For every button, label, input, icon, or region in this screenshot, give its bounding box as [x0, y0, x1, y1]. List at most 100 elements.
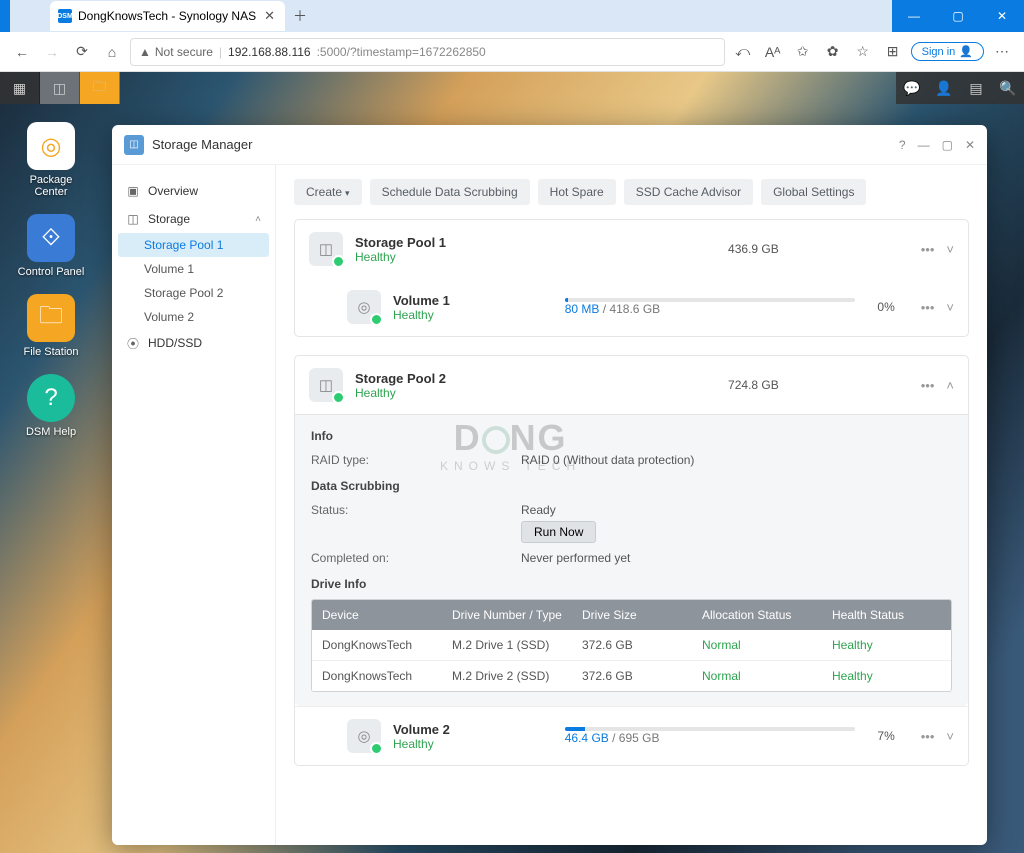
- completed-value: Never performed yet: [521, 551, 630, 565]
- menu-icon[interactable]: ⋯: [990, 40, 1014, 64]
- cell-health: Healthy: [822, 630, 932, 660]
- chevron-down-icon[interactable]: ˅: [946, 300, 954, 315]
- scrub-status-label: Status:: [311, 503, 521, 543]
- taskbar-widgets-icon[interactable]: ▤: [960, 72, 992, 104]
- sidebar: ▣ Overview ◫ Storage ˄ Storage Pool 1Vol…: [112, 165, 276, 845]
- taskbar-search-icon[interactable]: 🔍: [992, 72, 1024, 104]
- window-title: Storage Manager: [152, 137, 252, 152]
- tab-title: DongKnowsTech - Synology NAS: [78, 9, 256, 23]
- vol1-usage-bar: [565, 298, 855, 302]
- volume-2-row[interactable]: ◎ Volume 2 Healthy 46.4 GB / 695 GB 7%: [295, 706, 968, 765]
- taskbar-file-station-icon[interactable]: 🗀: [80, 72, 120, 104]
- hdd-icon: ⦿: [126, 336, 140, 350]
- pool1-title: Storage Pool 1: [355, 235, 446, 250]
- healthy-badge-icon: [370, 742, 383, 755]
- window-titlebar[interactable]: ◫ Storage Manager ? — ▢ ✕: [112, 125, 987, 165]
- sidebar-item-volume-1[interactable]: Volume 1: [118, 257, 269, 281]
- tab-global-settings[interactable]: Global Settings: [761, 179, 866, 205]
- maximize-window-button[interactable]: ▢: [942, 138, 953, 152]
- tab-hot-spare[interactable]: Hot Spare: [538, 179, 616, 205]
- cell-slot: M.2 Drive 1 (SSD): [442, 630, 572, 660]
- desktop-icon-label: File Station: [23, 346, 78, 358]
- read-aloud-icon[interactable]: ⤺: [731, 40, 755, 64]
- volume-1-row[interactable]: ◎ Volume 1 Healthy 80 MB / 418.6 GB 0%: [295, 278, 968, 336]
- healthy-badge-icon: [332, 255, 345, 268]
- tab-schedule-data-scrubbing[interactable]: Schedule Data Scrubbing: [370, 179, 530, 205]
- storage-manager-window: ◫ Storage Manager ? — ▢ ✕ ▣ Overview ◫ S…: [112, 125, 987, 845]
- sidebar-item-volume-2[interactable]: Volume 2: [118, 305, 269, 329]
- storage-pool-1-header[interactable]: ◫ Storage Pool 1 Healthy 436.9 GB ••• ˅: [295, 220, 968, 278]
- sidebar-item-hddssd[interactable]: ⦿ HDD/SSD: [118, 329, 269, 357]
- sidebar-item-overview[interactable]: ▣ Overview: [118, 177, 269, 205]
- minimize-button[interactable]: —: [892, 0, 936, 32]
- column-header[interactable]: Allocation Status: [692, 600, 822, 630]
- extensions-icon[interactable]: ✿: [821, 40, 845, 64]
- storage-icon: ◫: [126, 212, 140, 226]
- storage-pool-2-header[interactable]: ◫ Storage Pool 2 Healthy 724.8 GB ••• ˄: [295, 356, 968, 414]
- url-host: 192.168.88.116: [228, 45, 311, 59]
- data-scrubbing-heading: Data Scrubbing: [311, 479, 952, 493]
- maximize-button[interactable]: ▢: [936, 0, 980, 32]
- minimize-window-button[interactable]: —: [918, 138, 930, 152]
- table-row[interactable]: DongKnowsTech M.2 Drive 1 (SSD) 372.6 GB…: [312, 630, 951, 660]
- tab-create[interactable]: Create▾: [294, 179, 362, 205]
- home-button[interactable]: ⌂: [100, 40, 124, 64]
- volume-icon: ◎: [347, 290, 381, 324]
- healthy-badge-icon: [332, 391, 345, 404]
- cell-device: DongKnowsTech: [312, 630, 442, 660]
- address-input[interactable]: ▲ Not secure | 192.168.88.116:5000/?time…: [130, 38, 725, 66]
- column-header[interactable]: Device: [312, 600, 442, 630]
- favorites-icon[interactable]: ☆: [851, 40, 875, 64]
- sidebar-item-storage[interactable]: ◫ Storage ˄: [118, 205, 269, 233]
- desktop-icon-file-station[interactable]: 🗀 File Station: [12, 294, 90, 358]
- volume-icon: ◎: [347, 719, 381, 753]
- desktop-icon-control-panel[interactable]: ⟐ Control Panel: [12, 214, 90, 278]
- desktop-icon-dsm-help[interactable]: ? DSM Help: [12, 374, 90, 438]
- new-tab-button[interactable]: ＋: [293, 6, 307, 26]
- chevron-down-icon[interactable]: ˅: [946, 729, 954, 744]
- taskbar-dashboard-icon[interactable]: ▦: [0, 72, 40, 104]
- not-secure-indicator[interactable]: ▲ Not secure: [139, 45, 213, 59]
- taskbar-user-icon[interactable]: 👤: [928, 72, 960, 104]
- run-now-button[interactable]: Run Now: [521, 521, 596, 543]
- column-header[interactable]: Drive Number / Type: [442, 600, 572, 630]
- vol1-title: Volume 1: [393, 293, 450, 308]
- column-header[interactable]: Health Status: [822, 600, 932, 630]
- desktop-icons: ◎ PackageCenter ⟐ Control Panel 🗀 File Sta…: [12, 122, 90, 438]
- refresh-button[interactable]: ⟳: [70, 40, 94, 64]
- sidebar-item-storage-pool-2[interactable]: Storage Pool 2: [118, 281, 269, 305]
- browser-tab[interactable]: DSM DongKnowsTech - Synology NAS ✕: [50, 1, 285, 31]
- pool2-info-panel: Info RAID type: RAID 0 (Without data pro…: [295, 414, 968, 706]
- browser-chrome: DSM DongKnowsTech - Synology NAS ✕ ＋ — ▢…: [0, 0, 1024, 72]
- sidebar-item-storage-pool-1[interactable]: Storage Pool 1: [118, 233, 269, 257]
- taskbar-chat-icon[interactable]: 💬: [896, 72, 928, 104]
- favorite-star-icon[interactable]: ✩: [791, 40, 815, 64]
- more-options-icon[interactable]: •••: [921, 378, 935, 393]
- vol2-used: 46.4 GB: [565, 731, 609, 745]
- dsm-help-icon: ?: [27, 374, 75, 422]
- table-row[interactable]: DongKnowsTech M.2 Drive 2 (SSD) 372.6 GB…: [312, 660, 951, 691]
- raid-type-value: RAID 0 (Without data protection): [521, 453, 694, 467]
- more-options-icon[interactable]: •••: [921, 300, 935, 315]
- sign-in-button[interactable]: Sign in 👤: [911, 42, 984, 61]
- chevron-up-icon[interactable]: ˄: [946, 378, 954, 393]
- more-options-icon[interactable]: •••: [921, 242, 935, 257]
- help-button[interactable]: ?: [899, 138, 906, 152]
- desktop-icon-label: Control Panel: [18, 266, 85, 278]
- taskbar-storage-manager-icon[interactable]: ◫: [40, 72, 80, 104]
- tab-ssd-cache-advisor[interactable]: SSD Cache Advisor: [624, 179, 753, 205]
- collections-icon[interactable]: ⊞: [881, 40, 905, 64]
- desktop-icon-package-center[interactable]: ◎ PackageCenter: [12, 122, 90, 198]
- column-header[interactable]: Drive Size: [572, 600, 692, 630]
- vol2-total: 695 GB: [619, 731, 660, 745]
- close-window-button[interactable]: ✕: [980, 0, 1024, 32]
- chevron-down-icon[interactable]: ˅: [946, 242, 954, 257]
- dsm-taskbar: ▦ ◫ 🗀 💬 👤 ▤ 🔍: [0, 72, 1024, 104]
- storage-pool-icon: ◫: [309, 368, 343, 402]
- back-button[interactable]: ←: [10, 40, 34, 64]
- close-app-button[interactable]: ✕: [965, 138, 975, 152]
- close-tab-icon[interactable]: ✕: [262, 8, 277, 24]
- more-options-icon[interactable]: •••: [921, 729, 935, 744]
- reader-icon[interactable]: Aᴬ: [761, 40, 785, 64]
- control-panel-icon: ⟐: [27, 214, 75, 262]
